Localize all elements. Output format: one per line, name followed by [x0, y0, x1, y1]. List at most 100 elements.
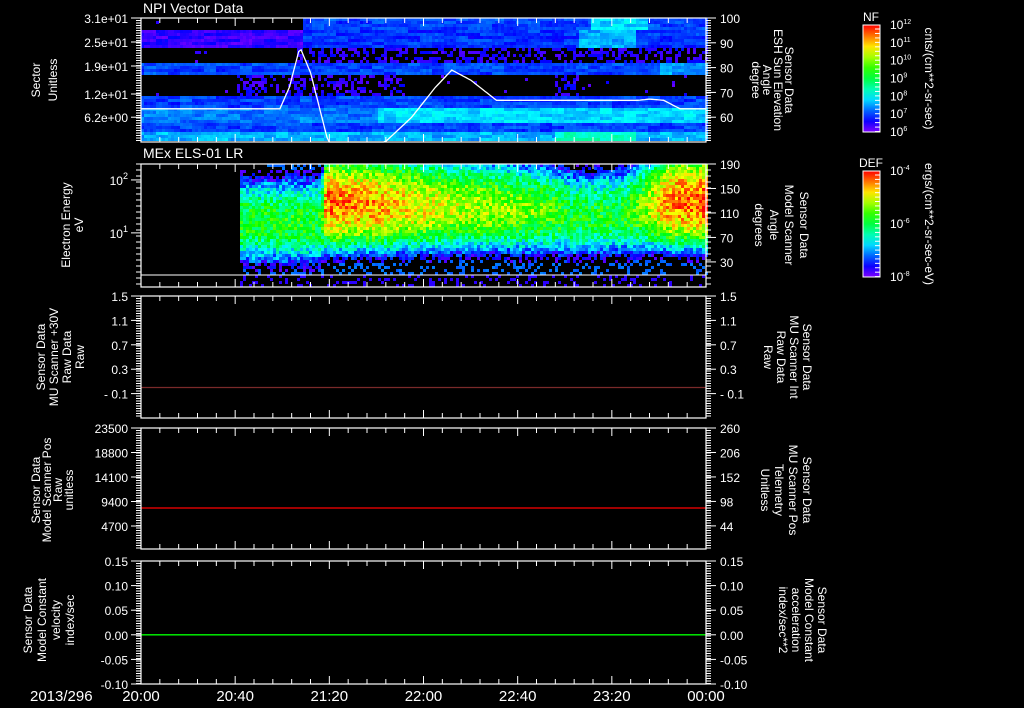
- spectrogram-cell: [558, 123, 561, 126]
- spectrogram-cell: [594, 36, 597, 39]
- spectrogram-cell: [567, 69, 570, 72]
- spectrogram-cell: [405, 33, 408, 36]
- spectrogram-cell: [195, 120, 198, 123]
- spectrogram-cell: [300, 99, 303, 102]
- spectrogram-cell: [153, 135, 156, 138]
- spectrogram-cell: [624, 21, 627, 24]
- spectrogram-cell: [351, 30, 354, 33]
- spectrogram-cell: [390, 69, 393, 72]
- spectrogram-cell: [504, 108, 507, 111]
- spectrogram-cell: [594, 51, 597, 54]
- spectrogram-cell: [540, 135, 543, 138]
- spectrogram-cell: [483, 129, 486, 132]
- spectrogram-cell: [507, 111, 510, 114]
- spectrogram-cell: [177, 99, 180, 102]
- spectrogram-cell: [522, 96, 525, 99]
- spectrogram-cell: [270, 39, 273, 42]
- spectrogram-cell: [606, 108, 609, 111]
- spectrogram-cell: [378, 42, 381, 45]
- spectrogram-cell: [564, 42, 567, 45]
- spectrogram-cell: [606, 30, 609, 33]
- spectrogram-cell: [273, 123, 276, 126]
- spectrogram-cell: [567, 123, 570, 126]
- spectrogram-cell: [339, 96, 342, 99]
- spectrogram-cell: [150, 39, 153, 42]
- spectrogram-cell: [264, 36, 267, 39]
- spectrogram-cell: [426, 33, 429, 36]
- spectrogram-cell: [534, 126, 537, 129]
- spectrogram-cell: [555, 81, 558, 84]
- spectrogram-cell: [555, 39, 558, 42]
- spectrogram-cell: [438, 36, 441, 39]
- spectrogram-cell: [429, 111, 432, 114]
- spectrogram-cell: [597, 117, 600, 120]
- spectrogram-cell: [279, 129, 282, 132]
- spectrogram-cell: [432, 120, 435, 123]
- spectrogram-cell: [168, 117, 171, 120]
- spectrogram-cell: [378, 105, 381, 108]
- spectrogram-cell: [438, 108, 441, 111]
- spectrogram-cell: [261, 81, 264, 84]
- spectrogram-cell: [582, 63, 585, 66]
- spectrogram-cell: [321, 135, 324, 138]
- spectrogram-cell: [264, 45, 267, 48]
- spectrogram-cell: [534, 66, 537, 69]
- spectrogram-cell: [240, 36, 243, 39]
- spectrogram-cell: [174, 117, 177, 120]
- spectrogram-cell: [618, 114, 621, 117]
- spectrogram-cell: [444, 129, 447, 132]
- spectrogram-cell: [183, 117, 186, 120]
- spectrogram-cell: [195, 129, 198, 132]
- spectrogram-cell: [501, 117, 504, 120]
- spectrogram-cell: [249, 63, 252, 66]
- spectrogram-cell: [369, 102, 372, 105]
- spectrogram-cell: [297, 99, 300, 102]
- spectrogram-cell: [156, 63, 159, 66]
- spectrogram-cell: [408, 21, 411, 24]
- spectrogram-cell: [441, 114, 444, 117]
- spectrogram-cell: [267, 117, 270, 120]
- spectrogram-cell: [504, 48, 507, 51]
- spectrogram-cell: [180, 42, 183, 45]
- spectrogram-cell: [450, 51, 453, 54]
- spectrogram-cell: [588, 135, 591, 138]
- spectrogram-cell: [588, 36, 591, 39]
- spectrogram-cell: [339, 30, 342, 33]
- spectrogram-cell: [312, 51, 315, 54]
- spectrogram-cell: [573, 108, 576, 111]
- spectrogram-cell: [144, 102, 147, 105]
- spectrogram-cell: [186, 39, 189, 42]
- spectrogram-cell: [327, 129, 330, 132]
- spectrogram-cell: [381, 123, 384, 126]
- spectrogram-cell: [291, 39, 294, 42]
- spectrogram-cell: [348, 48, 351, 51]
- spectrogram-cell: [237, 45, 240, 48]
- spectrogram-cell: [411, 96, 414, 99]
- spectrogram-cell: [342, 78, 345, 81]
- spectrogram-cell: [462, 63, 465, 66]
- spectrogram-cell: [282, 135, 285, 138]
- spectrogram-cell: [294, 108, 297, 111]
- spectrogram-cell: [576, 66, 579, 69]
- spectrogram-cell: [468, 30, 471, 33]
- spectrogram-cell: [162, 120, 165, 123]
- spectrogram-cell: [306, 105, 309, 108]
- spectrogram-cell: [444, 66, 447, 69]
- spectrogram-cell: [207, 63, 210, 66]
- spectrogram-cell: [381, 120, 384, 123]
- spectrogram-cell: [630, 96, 633, 99]
- spectrogram-cell: [258, 45, 261, 48]
- spectrogram-cell: [261, 117, 264, 120]
- spectrogram-cell: [294, 93, 297, 96]
- spectrogram-cell: [291, 105, 294, 108]
- spectrogram-cell: [573, 111, 576, 114]
- spectrogram-cell: [297, 36, 300, 39]
- spectrogram-cell: [162, 69, 165, 72]
- spectrogram-cell: [552, 108, 555, 111]
- spectrogram-cell: [390, 27, 393, 30]
- spectrogram-cell: [186, 42, 189, 45]
- spectrogram-cell: [354, 114, 357, 117]
- spectrogram-cell: [345, 81, 348, 84]
- spectrogram-cell: [282, 138, 285, 141]
- spectrogram-cell: [597, 30, 600, 33]
